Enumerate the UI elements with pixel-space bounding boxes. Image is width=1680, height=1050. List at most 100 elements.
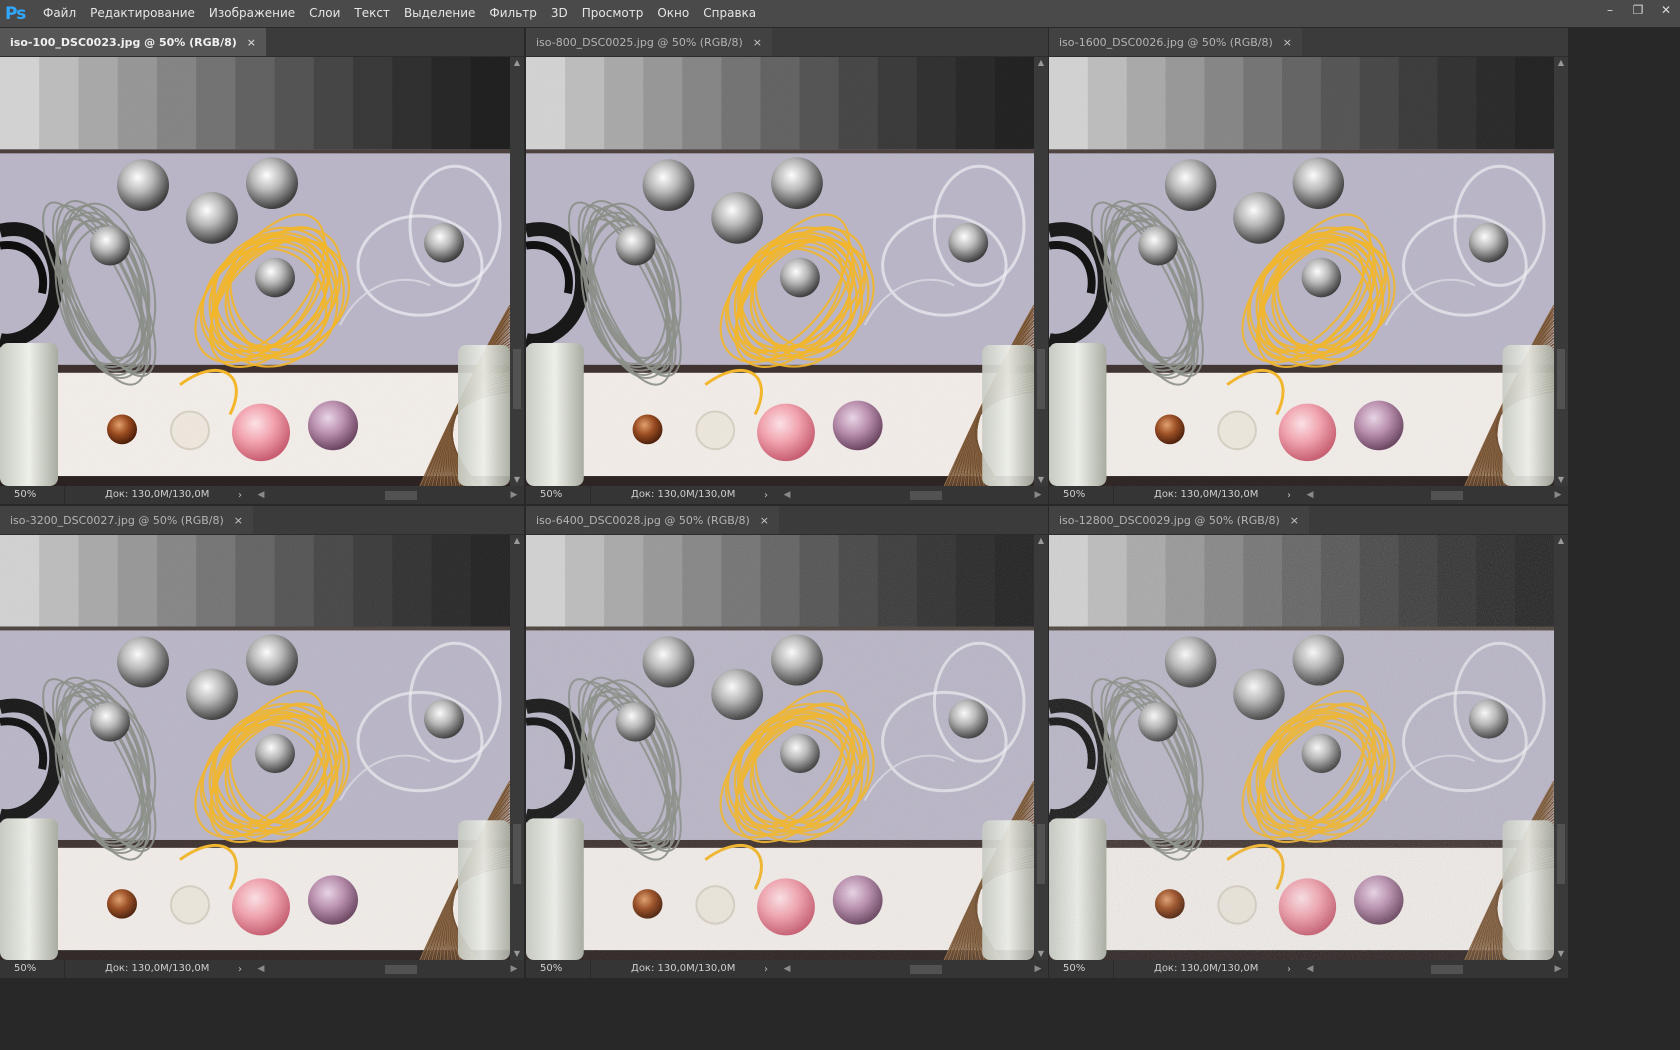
tab-close-icon[interactable]: ×	[753, 36, 762, 49]
scroll-down-icon[interactable]: ▼	[1034, 474, 1048, 486]
status-bar: 50% Док: 130,0M/130,0M › ◀ ▶	[526, 486, 1048, 504]
horizontal-scrollbar[interactable]: ◀ ▶	[255, 962, 524, 976]
horizontal-scrollbar[interactable]: ◀ ▶	[781, 488, 1048, 502]
status-menu-chevron-icon[interactable]: ›	[759, 964, 773, 975]
zoom-level[interactable]: 50%	[526, 960, 591, 978]
vertical-scrollbar[interactable]: ▲ ▼	[510, 535, 524, 960]
scroll-right-icon[interactable]: ▶	[508, 488, 520, 502]
vertical-scroll-thumb[interactable]	[1037, 349, 1045, 409]
document-tab-bar: iso-6400_DSC0028.jpg @ 50% (RGB/8) ×	[526, 506, 1048, 535]
horizontal-scrollbar[interactable]: ◀ ▶	[255, 488, 524, 502]
scroll-down-icon[interactable]: ▼	[510, 948, 524, 960]
scroll-down-icon[interactable]: ▼	[1034, 948, 1048, 960]
zoom-level[interactable]: 50%	[0, 960, 65, 978]
menu-item[interactable]: Файл	[36, 0, 83, 27]
status-menu-chevron-icon[interactable]: ›	[759, 490, 773, 501]
zoom-level[interactable]: 50%	[526, 486, 591, 504]
minimize-button[interactable]: –	[1596, 0, 1624, 20]
vertical-scroll-thumb[interactable]	[1037, 824, 1045, 884]
image-canvas[interactable]	[0, 535, 510, 960]
status-menu-chevron-icon[interactable]: ›	[1282, 490, 1296, 501]
scroll-left-icon[interactable]: ◀	[781, 488, 793, 502]
document-window: iso-3200_DSC0027.jpg @ 50% (RGB/8) × ▲ ▼…	[0, 506, 524, 978]
document-tab[interactable]: iso-1600_DSC0026.jpg @ 50% (RGB/8) ×	[1049, 28, 1302, 56]
scroll-left-icon[interactable]: ◀	[1304, 962, 1316, 976]
scroll-up-icon[interactable]: ▲	[1034, 535, 1048, 547]
horizontal-scroll-thumb[interactable]	[910, 491, 942, 500]
scroll-up-icon[interactable]: ▲	[1034, 57, 1048, 69]
tab-close-icon[interactable]: ×	[1290, 514, 1299, 527]
image-canvas[interactable]	[526, 535, 1034, 960]
document-tab[interactable]: iso-3200_DSC0027.jpg @ 50% (RGB/8) ×	[0, 506, 253, 534]
menu-bar: Ps Файл Редактирование Изображение Слои Текс…	[0, 0, 1680, 28]
menu-item[interactable]: 3D	[544, 0, 575, 27]
document-window: iso-12800_DSC0029.jpg @ 50% (RGB/8) × ▲ …	[1049, 506, 1568, 978]
document-tab[interactable]: iso-100_DSC0023.jpg @ 50% (RGB/8) ×	[0, 28, 266, 56]
horizontal-scrollbar[interactable]: ◀ ▶	[1304, 962, 1568, 976]
scroll-up-icon[interactable]: ▲	[510, 535, 524, 547]
image-canvas[interactable]	[0, 57, 510, 486]
vertical-scroll-thumb[interactable]	[1557, 824, 1565, 884]
close-window-button[interactable]: ✕	[1652, 0, 1680, 20]
menu-item[interactable]: Слои	[302, 0, 347, 27]
menu-item[interactable]: Выделение	[397, 0, 482, 27]
image-canvas[interactable]	[1049, 57, 1554, 486]
vertical-scroll-thumb[interactable]	[513, 349, 521, 409]
document-tab[interactable]: iso-12800_DSC0029.jpg @ 50% (RGB/8) ×	[1049, 506, 1309, 534]
scroll-up-icon[interactable]: ▲	[510, 57, 524, 69]
menu-item[interactable]: Просмотр	[575, 0, 651, 27]
horizontal-scroll-thumb[interactable]	[1431, 965, 1463, 974]
document-tab-label: iso-100_DSC0023.jpg @ 50% (RGB/8)	[10, 35, 237, 49]
scroll-up-icon[interactable]: ▲	[1554, 535, 1568, 547]
scroll-up-icon[interactable]: ▲	[1554, 57, 1568, 69]
scroll-left-icon[interactable]: ◀	[781, 962, 793, 976]
status-menu-chevron-icon[interactable]: ›	[233, 964, 247, 975]
image-canvas[interactable]	[1049, 535, 1554, 960]
scroll-right-icon[interactable]: ▶	[1552, 962, 1564, 976]
vertical-scrollbar[interactable]: ▲ ▼	[510, 57, 524, 486]
menu-item[interactable]: Изображение	[202, 0, 302, 27]
vertical-scrollbar[interactable]: ▲ ▼	[1034, 535, 1048, 960]
horizontal-scrollbar[interactable]: ◀ ▶	[1304, 488, 1568, 502]
status-menu-chevron-icon[interactable]: ›	[233, 490, 247, 501]
status-bar: 50% Док: 130,0M/130,0M › ◀ ▶	[526, 960, 1048, 978]
scroll-down-icon[interactable]: ▼	[510, 474, 524, 486]
horizontal-scrollbar[interactable]: ◀ ▶	[781, 962, 1048, 976]
document-tab[interactable]: iso-800_DSC0025.jpg @ 50% (RGB/8) ×	[526, 28, 772, 56]
scroll-right-icon[interactable]: ▶	[508, 962, 520, 976]
scroll-left-icon[interactable]: ◀	[255, 488, 267, 502]
horizontal-scroll-thumb[interactable]	[385, 965, 417, 974]
zoom-level[interactable]: 50%	[1049, 486, 1114, 504]
scroll-right-icon[interactable]: ▶	[1032, 488, 1044, 502]
menu-item[interactable]: Фильтр	[482, 0, 543, 27]
vertical-scroll-thumb[interactable]	[1557, 349, 1565, 409]
image-canvas[interactable]	[526, 57, 1034, 486]
vertical-scrollbar[interactable]: ▲ ▼	[1034, 57, 1048, 486]
scroll-down-icon[interactable]: ▼	[1554, 948, 1568, 960]
scroll-left-icon[interactable]: ◀	[1304, 488, 1316, 502]
tab-close-icon[interactable]: ×	[234, 514, 243, 527]
status-menu-chevron-icon[interactable]: ›	[1282, 964, 1296, 975]
document-tab[interactable]: iso-6400_DSC0028.jpg @ 50% (RGB/8) ×	[526, 506, 779, 534]
tab-close-icon[interactable]: ×	[1283, 36, 1292, 49]
menu-item[interactable]: Редактирование	[83, 0, 202, 27]
horizontal-scroll-thumb[interactable]	[910, 965, 942, 974]
restore-button[interactable]: ❐	[1624, 0, 1652, 20]
vertical-scrollbar[interactable]: ▲ ▼	[1554, 535, 1568, 960]
zoom-level[interactable]: 50%	[1049, 960, 1114, 978]
zoom-level[interactable]: 50%	[0, 486, 65, 504]
scroll-left-icon[interactable]: ◀	[255, 962, 267, 976]
scroll-right-icon[interactable]: ▶	[1552, 488, 1564, 502]
vertical-scrollbar[interactable]: ▲ ▼	[1554, 57, 1568, 486]
tab-close-icon[interactable]: ×	[247, 36, 256, 49]
photoshop-logo-icon[interactable]: Ps	[5, 3, 27, 25]
menu-item[interactable]: Справка	[696, 0, 763, 27]
horizontal-scroll-thumb[interactable]	[385, 491, 417, 500]
tab-close-icon[interactable]: ×	[760, 514, 769, 527]
menu-item[interactable]: Окно	[650, 0, 696, 27]
horizontal-scroll-thumb[interactable]	[1431, 491, 1463, 500]
scroll-down-icon[interactable]: ▼	[1554, 474, 1568, 486]
vertical-scroll-thumb[interactable]	[513, 824, 521, 884]
menu-item[interactable]: Текст	[347, 0, 397, 27]
scroll-right-icon[interactable]: ▶	[1032, 962, 1044, 976]
